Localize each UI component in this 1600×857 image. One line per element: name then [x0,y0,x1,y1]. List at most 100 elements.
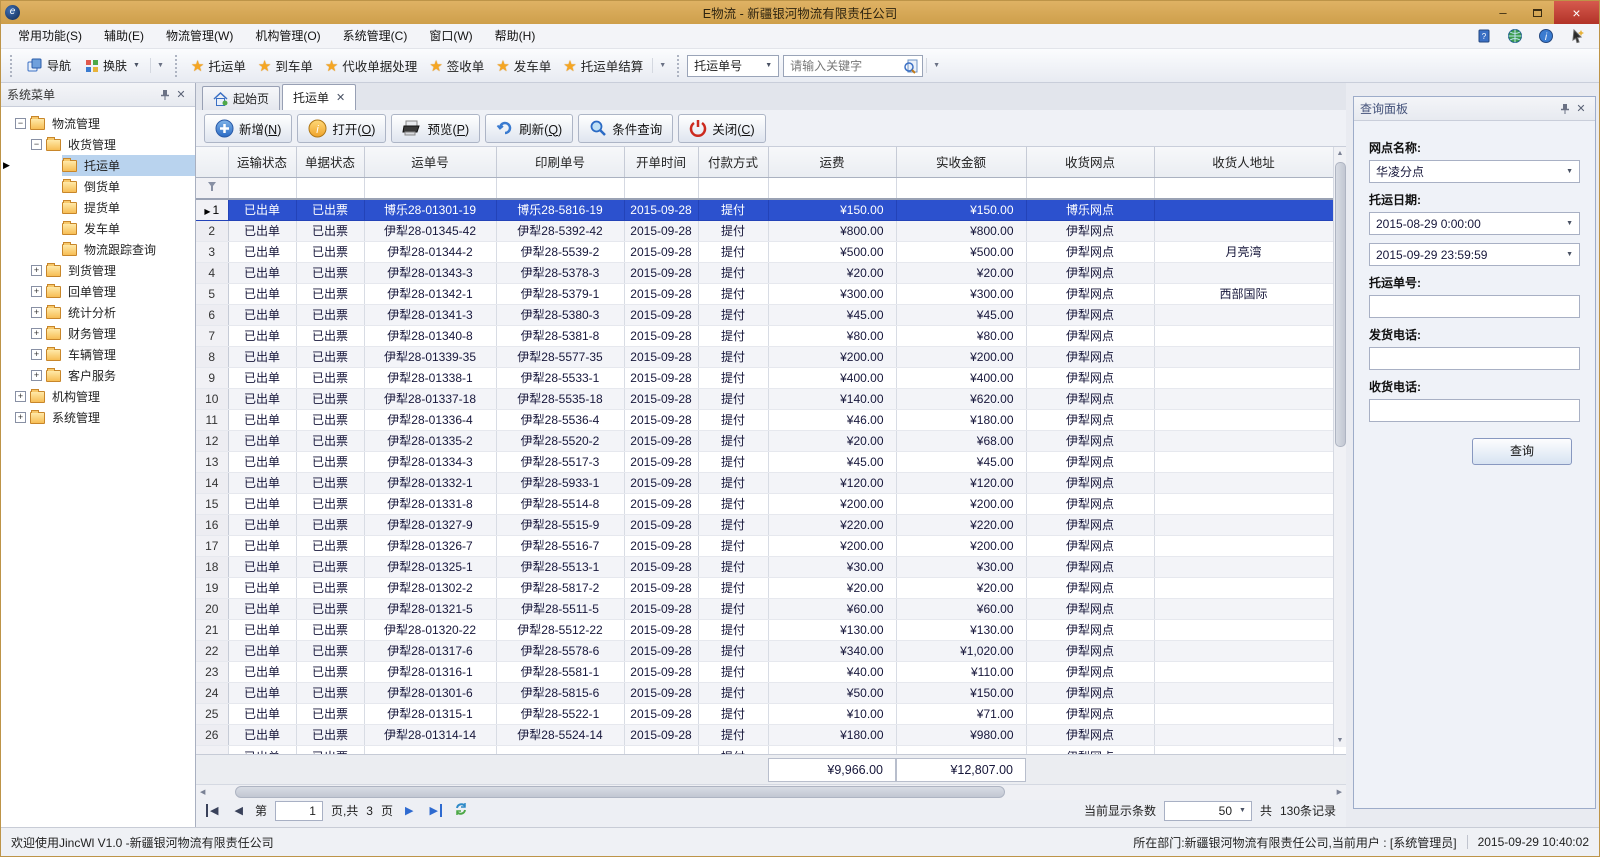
cell[interactable]: 2015-09-28 [624,682,698,703]
search-icon[interactable] [902,58,918,74]
cell[interactable]: 伊犁网点 [1026,640,1154,661]
cell[interactable]: ¥200.00 [768,346,896,367]
column-header[interactable]: 运输状态 [228,147,296,177]
cell[interactable]: 2015-09-28 [624,241,698,262]
column-header[interactable]: 实收金额 [896,147,1026,177]
cell[interactable] [1154,472,1333,493]
cell[interactable]: 已出单 [228,241,296,262]
close-button[interactable]: × [1554,1,1599,24]
row-number-cell[interactable]: 24 [196,682,228,703]
tree-item[interactable]: 提货单 [1,197,195,218]
cell[interactable]: 伊犁28-5513-1 [496,556,624,577]
shortcut-button[interactable]: ★签收单 [423,53,490,78]
cell[interactable]: 伊犁28-01317-6 [364,640,496,661]
cell[interactable]: 伊犁网点 [1026,577,1154,598]
cell[interactable]: 伊犁网点 [1026,619,1154,640]
cell[interactable]: ¥150.00 [768,199,896,220]
row-number-cell[interactable]: 5 [196,283,228,304]
cell[interactable]: ¥200.00 [768,535,896,556]
cell[interactable]: 已出票 [296,346,364,367]
row-number-cell[interactable]: 15 [196,493,228,514]
cell[interactable]: 已出票 [296,619,364,640]
tree-item[interactable]: +车辆管理 [1,344,195,365]
collapse-icon[interactable]: − [15,118,26,129]
tab-consignment[interactable]: 托运单 ✕ [282,84,356,110]
cell[interactable] [1154,304,1333,325]
cell[interactable]: 提付 [698,703,768,724]
receiver-phone-input[interactable] [1369,399,1580,422]
cell[interactable]: 2015-09-28 [624,535,698,556]
cell[interactable]: 伊犁28-01344-2 [364,241,496,262]
cell[interactable]: 博乐28-01301-19 [364,199,496,220]
scroll-down-icon[interactable]: ▼ [1337,734,1344,747]
cell[interactable]: 提付 [698,598,768,619]
table-row[interactable]: 19已出单已出票伊犁28-01302-2伊犁28-5817-22015-09-2… [196,577,1333,598]
tab-home[interactable]: 起始页 [202,86,280,110]
cell[interactable] [1154,535,1333,556]
cell[interactable]: 伊犁28-5536-4 [496,409,624,430]
cell[interactable]: ¥220.00 [768,514,896,535]
table-row[interactable]: 25已出单已出票伊犁28-01315-1伊犁28-5522-12015-09-2… [196,703,1333,724]
tree-item[interactable]: +回单管理 [1,281,195,302]
cell[interactable] [1154,367,1333,388]
table-row[interactable]: 24已出单已出票伊犁28-01301-6伊犁28-5815-62015-09-2… [196,682,1333,703]
expand-icon[interactable]: + [31,307,42,318]
row-number-cell[interactable]: 22 [196,640,228,661]
cell[interactable]: 提付 [698,514,768,535]
cell[interactable]: 提付 [698,451,768,472]
restore-button[interactable] [1520,1,1554,24]
cell[interactable]: ¥300.00 [896,283,1026,304]
cell[interactable]: 2015-09-28 [624,472,698,493]
row-number-cell[interactable]: 6 [196,304,228,325]
cell[interactable]: 伊犁28-5577-35 [496,346,624,367]
cell[interactable]: ¥20.00 [896,577,1026,598]
cell[interactable]: 伊犁28-5512-22 [496,619,624,640]
search-category-select[interactable]: 托运单号 ▼ [687,55,779,77]
table-row[interactable]: 10已出单已出票伊犁28-01337-18伊犁28-5535-182015-09… [196,388,1333,409]
vertical-scrollbar[interactable]: ▲ ▼ [1333,147,1346,747]
cell[interactable]: 2015-09-28 [624,283,698,304]
cell[interactable]: 已出单 [228,724,296,745]
cell[interactable]: 伊犁网点 [1026,514,1154,535]
cell[interactable]: 提付 [698,619,768,640]
cell[interactable]: 伊犁网点 [1026,430,1154,451]
cell[interactable]: 已出单 [228,388,296,409]
cell[interactable]: 伊犁28-5381-8 [496,325,624,346]
cell[interactable]: 已出单 [228,304,296,325]
column-header[interactable]: 开单时间 [624,147,698,177]
cell[interactable]: 博乐网点 [1026,199,1154,220]
row-number-cell[interactable]: 21 [196,619,228,640]
cell[interactable]: 伊犁网点 [1026,388,1154,409]
scroll-left-icon[interactable]: ◀ [196,785,205,799]
cell[interactable]: 已出单 [228,598,296,619]
cell[interactable]: 伊犁28-01345-42 [364,220,496,241]
cell[interactable] [1154,388,1333,409]
cell[interactable]: 2015-09-28 [624,199,698,220]
cell[interactable]: ¥80.00 [768,325,896,346]
cell[interactable]: 已出票 [296,640,364,661]
cell[interactable]: 伊犁28-01320-22 [364,619,496,640]
cell[interactable]: 提付 [698,472,768,493]
cell[interactable]: ¥10.00 [768,703,896,724]
row-number-cell[interactable]: 20 [196,598,228,619]
cell[interactable]: 伊犁28-5379-1 [496,283,624,304]
info-icon[interactable]: i [1537,28,1554,45]
cell[interactable]: 伊犁28-01339-35 [364,346,496,367]
tree-item[interactable]: 倒货单 [1,176,195,197]
cell[interactable]: ¥120.00 [896,472,1026,493]
menu-item[interactable]: 机构管理(O) [244,24,331,48]
cell[interactable]: 2015-09-28 [624,493,698,514]
cell[interactable] [1154,682,1333,703]
cell[interactable]: ¥20.00 [896,262,1026,283]
cell[interactable]: ¥200.00 [896,493,1026,514]
cell[interactable] [1154,493,1333,514]
cell[interactable]: 2015-09-28 [624,409,698,430]
table-row[interactable]: 11已出单已出票伊犁28-01336-4伊犁28-5536-42015-09-2… [196,409,1333,430]
row-number-cell[interactable]: 19 [196,577,228,598]
cell[interactable]: 伊犁网点 [1026,703,1154,724]
query-button[interactable]: 查询 [1472,438,1572,465]
cell[interactable] [1154,430,1333,451]
row-number-cell[interactable]: 25 [196,703,228,724]
cell[interactable]: 伊犁28-5520-2 [496,430,624,451]
tree-item[interactable]: +到货管理 [1,260,195,281]
